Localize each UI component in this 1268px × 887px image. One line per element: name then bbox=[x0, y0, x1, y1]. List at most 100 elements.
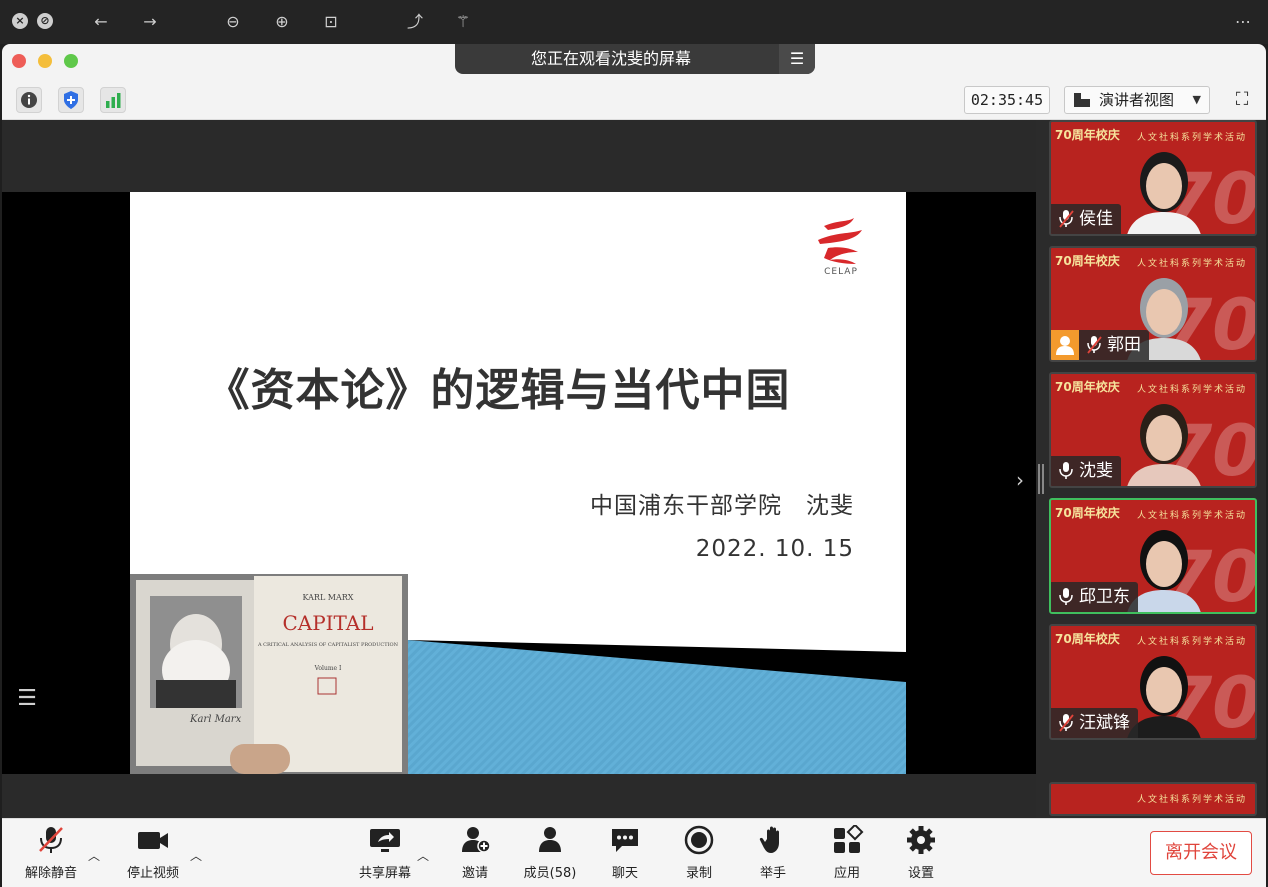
signal-strength-icon[interactable] bbox=[100, 87, 126, 113]
record-label: 录制 bbox=[685, 866, 712, 881]
zoom-out-icon[interactable]: ⊖ bbox=[220, 9, 246, 35]
record-icon bbox=[684, 825, 714, 855]
share-options-chevron-icon[interactable]: ︿ bbox=[416, 847, 430, 863]
book-subtitle: A CRITICAL ANALYSIS OF CAPITALIST PRODUC… bbox=[257, 642, 399, 648]
close-viewer-icon[interactable]: × bbox=[12, 13, 28, 29]
participant-tile[interactable]: 70周年校庆 人文社科系列学术活动 70 侯佳 bbox=[1049, 120, 1257, 236]
shared-screen-area: CELAP 《资本论》的逻辑与当代中国 中国浦东干部学院 沈斐 2022. 10… bbox=[2, 120, 1036, 818]
muted-mic-icon bbox=[1059, 210, 1074, 228]
avatar-icon bbox=[1051, 330, 1079, 360]
presentation-slide: CELAP 《资本论》的逻辑与当代中国 中国浦东干部学院 沈斐 2022. 10… bbox=[130, 192, 906, 636]
apps-label: 应用 bbox=[833, 866, 860, 881]
share-menu-icon[interactable]: ☰ bbox=[779, 44, 815, 74]
window-close-button[interactable] bbox=[12, 54, 26, 68]
participant-video bbox=[1127, 404, 1201, 486]
participant-name-tag: 邱卫东 bbox=[1051, 582, 1138, 612]
invite-button[interactable]: 邀请 bbox=[450, 825, 500, 881]
participant-name: 侯佳 bbox=[1079, 209, 1113, 229]
magic-wand-icon[interactable]: ⚚ bbox=[450, 9, 476, 35]
slide-date: 2022. 10. 15 bbox=[695, 536, 854, 562]
participant-name: 邱卫东 bbox=[1079, 587, 1130, 607]
participant-name: 汪斌锋 bbox=[1079, 713, 1130, 733]
record-button[interactable]: 录制 bbox=[676, 825, 722, 881]
raise-hand-label: 举手 bbox=[759, 866, 786, 881]
chat-bubble-icon bbox=[612, 829, 638, 852]
share-screen-icon bbox=[370, 829, 400, 852]
meeting-control-bar: 解除静音 ︿ 停止视频 ︿ 共享屏幕 ︿ 邀请 成员(58) 聊天 录制 举手 … bbox=[2, 818, 1266, 887]
participant-tile[interactable]: 70周年校庆 人文社科系列学术活动 70 邱卫东 bbox=[1049, 498, 1257, 614]
stop-video-label: 停止视频 bbox=[126, 866, 179, 881]
leave-meeting-button[interactable]: 离开会议 bbox=[1150, 831, 1252, 875]
chat-button[interactable]: 聊天 bbox=[602, 825, 648, 881]
members-label: 成员(58) bbox=[523, 866, 577, 881]
meeting-timer: 02:35:45 bbox=[964, 86, 1050, 114]
members-button[interactable]: 成员(58) bbox=[520, 825, 580, 881]
stop-video-button[interactable]: 停止视频 bbox=[122, 825, 184, 881]
meeting-status-bar: 02:35:45 演讲者视图 ▼ ⛶ bbox=[2, 80, 1266, 120]
apps-button[interactable]: 应用 bbox=[824, 823, 870, 881]
chevron-right-icon[interactable]: › bbox=[1016, 468, 1024, 492]
book-volume: Volume I bbox=[314, 665, 342, 672]
zoom-in-icon[interactable]: ⊕ bbox=[269, 9, 295, 35]
participant-tile[interactable]: 70周年校庆 人文社科系列学术活动 70 汪斌锋 bbox=[1049, 624, 1257, 740]
tile-badge-text: 70周年校庆 bbox=[1055, 506, 1120, 520]
viewer-toolbar: × ⊘ ← → ⊖ ⊕ ⊡ ⤴ ⚚ ⋯ bbox=[0, 0, 1268, 44]
members-icon bbox=[539, 827, 561, 852]
chat-label: 聊天 bbox=[611, 866, 638, 881]
info-icon[interactable] bbox=[16, 87, 42, 113]
window-minimize-button[interactable] bbox=[38, 54, 52, 68]
list-menu-icon[interactable]: ☰ bbox=[10, 684, 44, 714]
unmute-button[interactable]: 解除静音 bbox=[22, 825, 80, 881]
participant-name: 沈斐 bbox=[1079, 461, 1113, 481]
back-arrow-icon[interactable]: ← bbox=[88, 9, 114, 35]
muted-mic-icon bbox=[1059, 714, 1074, 732]
presenter-camera-book: Karl Marx KARL MARX CAPITAL A CRITICAL A… bbox=[130, 574, 408, 774]
tile-badge-text: 70周年校庆 bbox=[1055, 254, 1120, 268]
strip-resize-handle[interactable] bbox=[1038, 464, 1044, 494]
layout-icon bbox=[1074, 93, 1090, 107]
slide-title: 《资本论》的逻辑与当代中国 bbox=[205, 365, 791, 416]
settings-button[interactable]: 设置 bbox=[898, 825, 944, 881]
participant-tile[interactable]: 70周年校庆 人文社科系列学术活动 70 沈斐 bbox=[1049, 372, 1257, 488]
tile-badge-text: 70周年校庆 bbox=[1055, 380, 1120, 394]
participant-tile[interactable]: 70周年校庆 人文社科系列学术活动 70 郭田 bbox=[1049, 246, 1257, 362]
view-mode-select[interactable]: 演讲者视图 ▼ bbox=[1064, 86, 1210, 114]
share-screen-label: 共享屏幕 bbox=[358, 866, 411, 881]
window-zoom-button[interactable] bbox=[64, 54, 78, 68]
security-shield-icon[interactable] bbox=[58, 87, 84, 113]
invite-person-icon bbox=[462, 827, 491, 853]
video-camera-icon bbox=[138, 832, 168, 849]
invite-label: 邀请 bbox=[461, 866, 488, 881]
participant-name-tag: 沈斐 bbox=[1051, 456, 1121, 486]
meeting-window: 您正在观看沈斐的屏幕 ☰ 02:35:45 演讲者视图 ▼ ⛶ CELAP 《资… bbox=[2, 44, 1266, 887]
gear-icon bbox=[907, 826, 935, 854]
rotate-icon[interactable]: ⤴ bbox=[402, 9, 428, 35]
participant-tile-partial[interactable]: 人文社科系列学术活动 bbox=[1049, 782, 1257, 816]
tile-badge-text: 70周年校庆 bbox=[1055, 632, 1120, 646]
participant-video bbox=[1127, 152, 1201, 234]
muted-mic-icon bbox=[39, 827, 63, 853]
chevron-down-icon: ▼ bbox=[1192, 93, 1201, 106]
participant-name-tag: 汪斌锋 bbox=[1051, 708, 1138, 738]
book-author: KARL MARX bbox=[303, 593, 354, 602]
participant-name-tag: 郭田 bbox=[1079, 330, 1149, 360]
fit-screen-icon[interactable]: ⊡ bbox=[318, 9, 344, 35]
participant-name: 郭田 bbox=[1107, 335, 1141, 355]
more-options-icon[interactable]: ⋯ bbox=[1230, 9, 1256, 35]
audio-options-chevron-icon[interactable]: ︿ bbox=[87, 847, 101, 863]
raise-hand-button[interactable]: 举手 bbox=[750, 825, 796, 881]
raise-hand-icon bbox=[759, 826, 779, 853]
mic-icon bbox=[1059, 588, 1073, 605]
fullscreen-icon[interactable]: ⛶ bbox=[1230, 88, 1254, 112]
svg-text:Karl Marx: Karl Marx bbox=[189, 714, 242, 725]
tile-badge-text: 70周年校庆 bbox=[1055, 128, 1120, 142]
cancel-viewer-icon[interactable]: ⊘ bbox=[37, 13, 53, 29]
tile-banner-text: 人文社科系列学术活动 bbox=[1136, 795, 1247, 805]
video-options-chevron-icon[interactable]: ︿ bbox=[189, 847, 203, 863]
participant-gallery: 70周年校庆 人文社科系列学术活动 70 侯佳 70周年校庆 人文社科系列学术活动 70 郭田… bbox=[1036, 120, 1266, 818]
share-screen-button[interactable]: 共享屏幕 bbox=[354, 825, 416, 881]
mic-icon bbox=[1059, 462, 1073, 479]
participant-name-tag: 侯佳 bbox=[1051, 204, 1121, 234]
view-mode-label: 演讲者视图 bbox=[1099, 91, 1175, 109]
forward-arrow-icon[interactable]: → bbox=[137, 9, 163, 35]
